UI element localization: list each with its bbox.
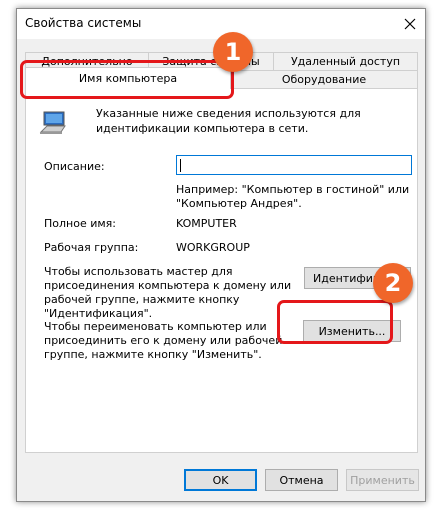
ok-button[interactable]: OK: [184, 469, 257, 491]
intro-text-line1: Указанные ниже сведения используются для: [96, 107, 361, 120]
text-caret: [180, 159, 181, 172]
computer-icon: [39, 111, 66, 134]
computer-name-panel: Указанные ниже сведения используются для…: [25, 88, 418, 453]
tab-remote-access[interactable]: Удаленный доступ: [273, 52, 418, 71]
window-title: Свойства системы: [25, 16, 142, 30]
intro-text-line2: идентификации компьютера в сети.: [96, 122, 309, 135]
example-text-line2: "Компьютер Андрея".: [176, 197, 302, 210]
workgroup-value: WORKGROUP: [176, 241, 250, 254]
workgroup-label: Рабочая группа:: [44, 241, 139, 254]
description-label: Описание:: [44, 160, 105, 173]
fullname-label: Полное имя:: [44, 217, 116, 230]
close-icon: [404, 18, 416, 30]
close-button[interactable]: [395, 9, 425, 39]
fullname-value: KOMPUTER: [176, 217, 237, 230]
wizard-text-line1: Чтобы использовать мастер для: [44, 265, 233, 278]
step-badge-1: 1: [213, 32, 253, 72]
example-text-line1: Например: "Компьютер в гостиной" или: [176, 183, 410, 196]
rename-text-line3: группе, нажмите кнопку "Изменить".: [44, 348, 262, 361]
highlight-computer-name-tab: [20, 60, 234, 99]
apply-button[interactable]: Применить: [346, 469, 419, 491]
highlight-change-button: [277, 300, 393, 344]
wizard-text-line3: рабочей группе, нажмите кнопку: [44, 293, 240, 306]
step-badge-2: 2: [373, 263, 413, 303]
tab-hardware[interactable]: Оборудование: [230, 70, 418, 89]
wizard-text-line2: присоединения компьютера к домену или: [44, 279, 292, 292]
description-input[interactable]: [176, 155, 412, 175]
rename-text-line1: Чтобы переименовать компьютер или: [44, 320, 267, 333]
cancel-button[interactable]: Отмена: [265, 469, 338, 491]
rename-text-line2: присоединить его к домену или рабочей: [44, 334, 283, 347]
